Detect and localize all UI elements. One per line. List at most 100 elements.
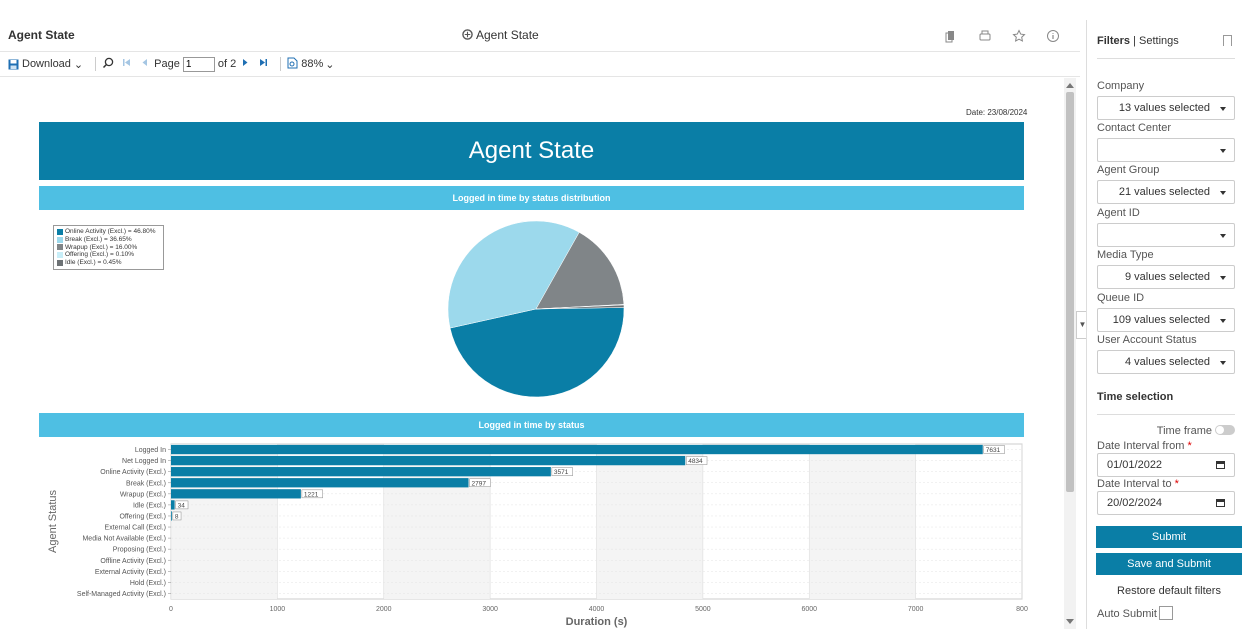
star-icon[interactable] (1012, 29, 1026, 43)
download-label: Download (22, 58, 71, 70)
filter-select[interactable] (1097, 138, 1235, 162)
bookmark-icon[interactable] (1223, 35, 1232, 46)
x-tick-label: 7000 (908, 606, 924, 613)
category-label: External Call (Excl.) (105, 525, 166, 532)
bar (171, 455, 686, 466)
search-icon[interactable] (102, 57, 114, 72)
toolbar-divider (280, 57, 282, 71)
legend-item: Idle (Excl.) = 0.45% (57, 259, 160, 267)
tab-settings[interactable]: Settings (1139, 35, 1179, 47)
data-label: 7631 (986, 447, 1001, 454)
time-frame-toggle[interactable] (1215, 425, 1235, 435)
category-label: Idle (Excl.) (133, 502, 166, 509)
filter-label: Media Type (1097, 249, 1154, 261)
filter-label: Agent ID (1097, 207, 1140, 219)
category-label: External Activity (Excl.) (95, 569, 166, 576)
report-header: Agent State Agent State (0, 0, 1080, 50)
filter-select[interactable] (1097, 223, 1235, 247)
filter-select[interactable]: 9 values selected (1097, 265, 1235, 289)
bar (171, 511, 172, 521)
tab-separator: | (1133, 35, 1136, 47)
category-label: Offering (Excl.) (119, 513, 166, 520)
pie-legend: Online Activity (Excl.) = 46.80% Break (E… (53, 225, 164, 270)
report-title: Agent State (462, 28, 539, 42)
date-to-input[interactable]: 20/02/2024 (1097, 491, 1235, 515)
chevron-down-icon (1220, 319, 1226, 323)
time-selection-title: Time selection (1097, 391, 1174, 403)
bar-chart: Logged In 7631 Net Logged In 4834 Online Act… (47, 443, 1028, 628)
calendar-icon[interactable] (1216, 461, 1225, 469)
scroll-down-icon[interactable] (1066, 619, 1074, 624)
submit-button[interactable]: Submit (1096, 526, 1242, 548)
report-banner: Agent State (39, 122, 1024, 180)
page-title: Agent State (8, 28, 75, 42)
filter-select[interactable]: 13 values selected (1097, 96, 1235, 120)
auto-submit-checkbox[interactable] (1158, 606, 1173, 620)
scroll-thumb[interactable] (1066, 92, 1074, 492)
legend-item: Offering (Excl.) = 0.10% (57, 251, 160, 259)
chevron-down-icon (1220, 191, 1226, 195)
filter-select-value: 4 values selected (1125, 356, 1210, 368)
app-root: Agent State Agent State Download ⌄ Page … (0, 0, 1244, 629)
filter-select[interactable]: 109 values selected (1097, 308, 1235, 332)
section-status-title: Logged in time by status (39, 413, 1024, 437)
x-tick-label: 3000 (482, 606, 498, 613)
data-label: 3571 (554, 469, 569, 476)
print-icon[interactable] (978, 29, 992, 43)
report-scrollbar[interactable] (1064, 78, 1076, 629)
download-button[interactable]: Download ⌄ (8, 58, 83, 71)
next-page-icon[interactable] (242, 58, 249, 70)
auto-submit-row: Auto Submit (1097, 606, 1173, 620)
toolbar-divider (95, 57, 97, 71)
date-from-label: Date Interval from * (1097, 440, 1192, 452)
prev-page-icon[interactable] (141, 58, 148, 70)
date-from-value: 01/01/2022 (1107, 459, 1163, 471)
filter-select[interactable]: 4 values selected (1097, 350, 1235, 374)
report-title-text: Agent State (476, 28, 539, 42)
x-tick-label: 4000 (589, 606, 605, 613)
report-toolbar: Download ⌄ Page of 2 88% ⌄ (0, 51, 1080, 77)
page-number-input[interactable] (182, 56, 215, 72)
auto-submit-label: Auto Submit (1097, 608, 1157, 620)
filter-select[interactable]: 21 values selected (1097, 180, 1235, 204)
calendar-icon[interactable] (1216, 499, 1225, 507)
filter-select-value: 109 values selected (1112, 314, 1210, 326)
save-and-submit-button[interactable]: Save and Submit (1096, 553, 1242, 575)
y-axis-title: Agent Status (47, 490, 59, 553)
x-axis-title: Duration (s) (566, 616, 628, 628)
legend-item: Online Activity (Excl.) = 46.80% (57, 228, 160, 236)
first-page-icon[interactable] (122, 58, 131, 70)
legend-label: Offering (Excl.) = 0.10% (65, 251, 135, 259)
date-from-input[interactable]: 01/01/2022 (1097, 453, 1235, 477)
x-tick-label: 5000 (695, 606, 711, 613)
info-icon[interactable] (1046, 29, 1060, 43)
x-tick-label: 1000 (270, 606, 286, 613)
x-tick-label: 2000 (376, 606, 392, 613)
x-tick-label: 6000 (801, 606, 817, 613)
last-page-icon[interactable] (259, 58, 268, 70)
copy-icon[interactable] (944, 29, 958, 43)
chevron-down-icon[interactable]: ⌄ (325, 58, 334, 71)
scroll-up-icon[interactable] (1066, 83, 1074, 88)
filter-panel: Filters | Settings Company 13 values sele… (1087, 0, 1244, 629)
restore-defaults-button[interactable]: Restore default filters (1096, 580, 1242, 602)
panel-tabs: Filters | Settings (1097, 35, 1232, 47)
category-label: Break (Excl.) (126, 480, 166, 487)
time-frame-toggle-row: Time frame (1097, 425, 1235, 437)
category-label: Media Not Available (Excl.) (82, 536, 166, 543)
required-mark: * (1187, 440, 1192, 452)
data-label: 4834 (688, 458, 703, 465)
data-label: 2797 (472, 480, 487, 487)
legend-item: Wrapup (Excl.) = 16.00% (57, 244, 160, 252)
zoom-value[interactable]: 88% (301, 58, 323, 70)
category-label: Logged In (135, 447, 166, 454)
filter-label: Queue ID (1097, 292, 1145, 304)
zoom-icon[interactable] (287, 57, 298, 72)
chevron-down-icon (1220, 361, 1226, 365)
filter-label: User Account Status (1097, 334, 1197, 346)
tab-filters[interactable]: Filters (1097, 35, 1130, 47)
legend-label: Idle (Excl.) = 0.45% (65, 259, 122, 267)
report-date: Date: 23/08/2024 (966, 108, 1028, 117)
category-label: Self-Managed Activity (Excl.) (77, 591, 166, 598)
chevron-down-icon (1220, 234, 1226, 238)
